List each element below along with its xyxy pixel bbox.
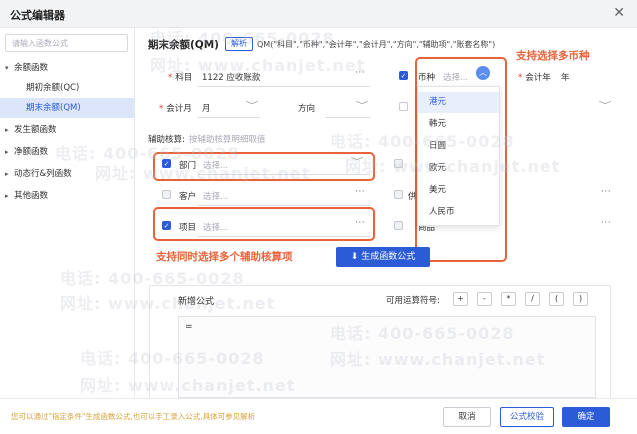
currency-option[interactable]: 日圆 [418, 136, 499, 157]
chevron-right-icon: ▸ [5, 170, 9, 178]
operators-label: 可用运算符号: [386, 296, 440, 306]
dialog-footer: 您可以通过"指定条件"生成函数公式,也可以手工录入公式,具体可参见解析 取消 公… [0, 398, 637, 434]
ok-button[interactable]: 确定 [562, 407, 610, 427]
generate-formula-button[interactable]: ⬇ 生成函数公式 [336, 247, 430, 267]
dialog-title: 公式编辑器 [10, 9, 65, 22]
year-select[interactable]: 年 [561, 71, 570, 83]
new-formula-title: 新增公式 [178, 297, 215, 307]
function-name: 期末余额(QM) [148, 39, 219, 51]
chevron-right-icon: ▸ [5, 126, 9, 134]
annotation-box-dept [153, 152, 375, 181]
tree-item-qc[interactable]: 期初余额(QC) [0, 78, 134, 98]
more-icon[interactable]: ··· [601, 218, 611, 228]
operator-lparen-button[interactable]: ( [549, 292, 564, 306]
chevron-down-icon[interactable]: ﹀ [246, 100, 259, 111]
check-formula-button[interactable]: 公式校验 [500, 407, 554, 427]
formula-editor-dialog: 公式编辑器 ✕ 请输入函数公式 ▾ 余额函数 期初余额(QC) 期末余额(QM) … [0, 0, 637, 434]
tree-group-net[interactable]: ▸ 净额函数 [0, 142, 134, 162]
subject-value[interactable]: 1122 应收账款 [202, 71, 260, 83]
month-label: * 会计月 [159, 104, 192, 114]
currency-option[interactable]: 港元 [418, 92, 499, 113]
supplier-checkbox[interactable] [394, 190, 403, 199]
operator-minus-button[interactable]: - [477, 292, 492, 306]
close-icon[interactable]: ✕ [613, 5, 625, 21]
function-search-input[interactable]: 请输入函数公式 [5, 34, 128, 52]
employee-checkbox[interactable] [394, 159, 403, 168]
annotation-box-project [153, 207, 375, 241]
currency-dropdown: 港元 韩元 日圆 欧元 美元 人民币 [417, 86, 500, 226]
currency-option[interactable]: 韩元 [418, 114, 499, 135]
chevron-down-icon[interactable]: ﹀ [356, 100, 369, 111]
new-formula-panel: 新增公式 可用运算符号: + - * / ( ) = [149, 285, 611, 398]
function-signature: QM("科目","币种","会计年","会计月","方向","辅助项","账套名… [257, 40, 496, 49]
chevron-right-icon: ▸ [5, 148, 9, 156]
ledger-checkbox[interactable] [399, 102, 408, 111]
operator-plus-button[interactable]: + [453, 292, 468, 306]
dialog-titlebar: 公式编辑器 ✕ [0, 0, 637, 28]
subject-label: * 科目 [168, 73, 193, 83]
direction-label: 方向 [298, 104, 316, 114]
formula-textarea[interactable]: = [178, 316, 596, 398]
currency-option[interactable]: 美元 [418, 180, 499, 201]
operator-divide-button[interactable]: / [525, 292, 540, 306]
parse-button[interactable]: 解析 [225, 37, 253, 51]
operator-multiply-button[interactable]: * [501, 292, 516, 306]
customer-select[interactable]: 选择... [203, 190, 228, 202]
month-select[interactable]: 月 [202, 102, 211, 114]
year-label: * 会计年 [518, 73, 551, 83]
more-icon[interactable]: ··· [601, 187, 611, 197]
tree-group-other[interactable]: ▸ 其他函数 [0, 186, 134, 206]
annotation-multi-currency: 支持选择多币种 [516, 50, 590, 62]
currency-option[interactable]: 人民币 [418, 202, 499, 223]
customer-label: 客户 [179, 192, 197, 202]
customer-checkbox[interactable] [162, 190, 171, 199]
aux-section-label: 辅助核算: 按辅助核算明细取值 [148, 135, 266, 145]
currency-option[interactable]: 欧元 [418, 158, 499, 179]
more-icon[interactable]: ··· [355, 68, 365, 78]
tree-group-balance[interactable]: ▾ 余额函数 [0, 58, 134, 78]
chevron-down-icon: ▾ [5, 64, 9, 72]
down-arrow-icon: ⬇ [350, 252, 362, 262]
more-icon[interactable]: ··· [355, 187, 365, 197]
currency-checkbox[interactable]: ✓ [399, 71, 408, 80]
chevron-down-icon[interactable]: ﹀ [599, 100, 612, 111]
function-sidebar: 请输入函数公式 ▾ 余额函数 期初余额(QC) 期末余额(QM) ▸ 发生额函数 ▸… [0, 28, 135, 398]
cancel-button[interactable]: 取消 [443, 407, 491, 427]
footer-note: 您可以通过"指定条件"生成函数公式,也可以手工录入公式,具体可参见解析 [11, 412, 256, 421]
tree-group-amount[interactable]: ▸ 发生额函数 [0, 120, 134, 140]
annotation-multi-aux: 支持同时选择多个辅助核算项 [156, 251, 293, 263]
chevron-right-icon: ▸ [5, 192, 9, 200]
operator-rparen-button[interactable]: ) [573, 292, 588, 306]
function-config-panel: 期末余额(QM) 解析 QM("科目","币种","会计年","会计月","方向… [135, 28, 637, 398]
tree-group-dynamic[interactable]: ▸ 动态行&列函数 [0, 164, 134, 184]
product-checkbox[interactable] [394, 221, 403, 230]
tree-item-qm[interactable]: 期末余额(QM) [0, 98, 134, 118]
